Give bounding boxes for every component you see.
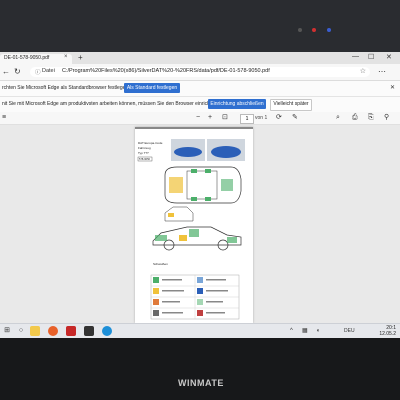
bezel-led-blue — [327, 28, 331, 32]
monitor-brand: WINMATE — [178, 378, 224, 388]
car-photo-rear-body — [211, 146, 241, 158]
default-browser-prompt: rchten Sie Microsoft Edge als Standardbr… — [2, 85, 131, 91]
car-side-view — [152, 226, 242, 251]
close-window-icon[interactable]: ✕ — [386, 53, 392, 61]
network-icon[interactable]: ▦ — [302, 327, 308, 335]
diagram-footnote: Schweißen — [153, 262, 168, 266]
windows-taskbar: ⊞ ○ ^ ▦ ◖ DEU 20:1 12.05.2 — [0, 323, 400, 338]
firefox-icon[interactable] — [48, 326, 58, 336]
tab-close-icon[interactable]: × — [64, 54, 68, 60]
rotate-icon[interactable]: ⟳ — [276, 113, 282, 122]
setup-prompt: nit Sie mit Microsoft Edge am produktivs… — [2, 101, 219, 107]
clock-date: 12.05.2 — [379, 331, 396, 337]
car-top-view — [164, 166, 242, 204]
pin-toolbar-icon[interactable]: ⚲ — [384, 113, 389, 122]
minimize-icon[interactable]: — — [352, 53, 359, 60]
default-browser-infobar: rchten Sie Microsoft Edge als Standardbr… — [0, 81, 400, 97]
contents-icon[interactable]: ≡ — [2, 113, 6, 122]
edge-icon[interactable] — [102, 326, 112, 336]
brand-line-2: Fahrzeug — [138, 146, 151, 150]
search-icon[interactable]: ⌕ — [336, 113, 340, 122]
favorite-star-icon[interactable]: ☆ — [360, 67, 366, 75]
tab-title: DE-01-578-9050.pdf — [4, 55, 50, 61]
silverdat-icon[interactable] — [84, 326, 94, 336]
explorer-icon[interactable] — [30, 326, 40, 336]
language-indicator[interactable]: DEU — [344, 327, 355, 335]
info-icon[interactable]: ⓘ — [35, 68, 41, 76]
page-total: von 1 — [255, 115, 268, 121]
taskbar-clock[interactable]: 20:1 12.05.2 — [379, 325, 396, 337]
page-number-input[interactable]: 1 — [240, 114, 254, 124]
url-text[interactable]: C:/Program%20Files%20(x86)/SilverDAT%20-… — [62, 68, 270, 74]
legend-table — [150, 274, 240, 320]
pdf-page: DAT Europa-Code Fahrzeug Typ 7?? 578-905… — [135, 127, 253, 323]
screen: DE-01-578-9050.pdf × + — ☐ ✕ ← ↻ ⓘ Datei… — [0, 52, 400, 338]
monitor-bezel-bottom: WINMATE — [0, 338, 400, 400]
url-field[interactable]: ⓘ Datei C:/Program%20Files%20(x86)/Silve… — [30, 67, 370, 77]
car-photo-front-body — [174, 147, 202, 157]
maximize-icon[interactable]: ☐ — [368, 53, 374, 61]
fit-page-icon[interactable]: ⊡ — [222, 113, 228, 122]
document-code: 578-9050 — [139, 157, 151, 161]
finish-setup-button[interactable]: Einrichtung abschließen — [208, 99, 266, 109]
pdf-toolbar: ≡ − + ⊡ 1 von 1 ⟳ ✎ ⌕ ⎙ ⎘ ⚲ — [0, 112, 400, 125]
maybe-later-button[interactable]: Vielleicht später — [270, 99, 312, 111]
refresh-icon[interactable]: ↻ — [14, 67, 21, 77]
save-icon[interactable]: ⎘ — [368, 113, 374, 122]
print-icon[interactable]: ⎙ — [352, 113, 358, 122]
address-bar: ← ↻ ⓘ Datei C:/Program%20Files%20(x86)/S… — [0, 64, 400, 81]
car-end-view — [164, 206, 194, 222]
brand-line-1: DAT Europa-Code — [138, 141, 163, 145]
tray-expand-icon[interactable]: ^ — [290, 327, 293, 335]
pdf-reader-icon[interactable] — [66, 326, 76, 336]
pdf-viewer-area[interactable]: DAT Europa-Code Fahrzeug Typ 7?? 578-905… — [0, 125, 400, 323]
bezel-led-red — [312, 28, 316, 32]
bezel-led-gray — [298, 28, 302, 32]
zoom-in-icon[interactable]: + — [208, 113, 212, 122]
new-tab-button[interactable]: + — [78, 53, 83, 62]
repair-diagram: DAT Europa-Code Fahrzeug Typ 7?? 578-905… — [135, 127, 253, 320]
setup-infobar: nit Sie mit Microsoft Edge am produktivs… — [0, 97, 400, 113]
brand-line-3: Typ 7?? — [138, 151, 149, 155]
search-icon[interactable]: ○ — [16, 326, 26, 336]
start-icon[interactable]: ⊞ — [2, 326, 12, 336]
back-icon[interactable]: ← — [2, 67, 10, 77]
url-scheme-label: Datei — [42, 68, 55, 74]
tab-pdf[interactable]: DE-01-578-9050.pdf × — [0, 54, 72, 64]
volume-icon[interactable]: ◖ — [316, 327, 320, 335]
set-default-button[interactable]: Als Standard festlegen — [124, 83, 180, 93]
infobar-close-icon[interactable]: ✕ — [390, 84, 395, 91]
page-top-rule — [135, 127, 253, 129]
zoom-out-icon[interactable]: − — [196, 113, 200, 122]
settings-more-icon[interactable]: ⋯ — [378, 67, 386, 77]
draw-icon[interactable]: ✎ — [292, 113, 298, 122]
monitor-bezel-top — [0, 0, 400, 52]
tab-bar: DE-01-578-9050.pdf × + — ☐ ✕ — [0, 52, 400, 64]
